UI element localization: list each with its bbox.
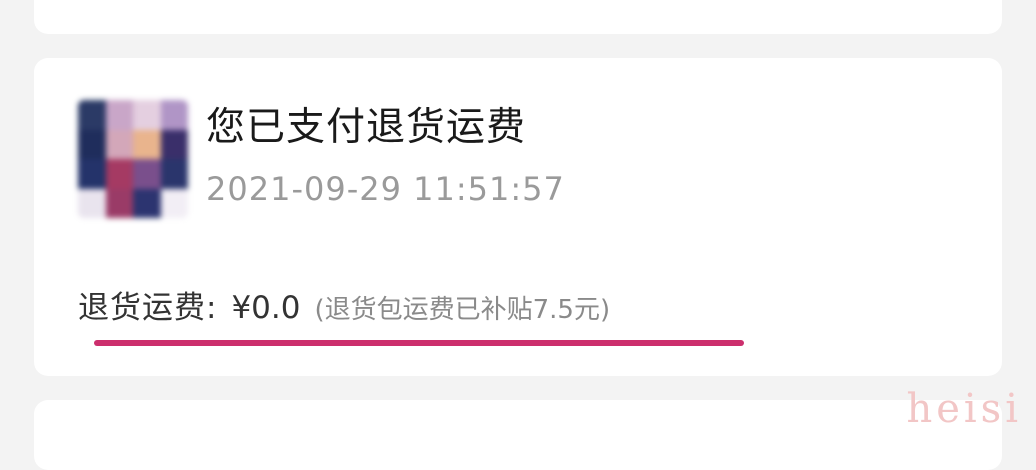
highlight-underline xyxy=(94,340,744,346)
product-thumbnail xyxy=(78,100,188,218)
shipping-fee-row: 退货运费: ¥0.0 (退货包运费已补贴7.5元) xyxy=(78,282,610,327)
fee-subsidy-note: (退货包运费已补贴7.5元) xyxy=(314,295,611,325)
watermark: heisi xyxy=(906,386,1022,432)
notice-timestamp: 2021-09-29 11:51:57 xyxy=(206,170,565,208)
previous-card xyxy=(34,0,1002,34)
fee-amount: ¥0.0 xyxy=(231,290,301,326)
fee-label: 退货运费: xyxy=(78,290,218,326)
next-card xyxy=(34,400,1002,470)
notice-title: 您已支付退货运费 xyxy=(206,105,527,150)
refund-shipping-card: 您已支付退货运费 2021-09-29 11:51:57 退货运费: ¥0.0 … xyxy=(34,58,1002,376)
